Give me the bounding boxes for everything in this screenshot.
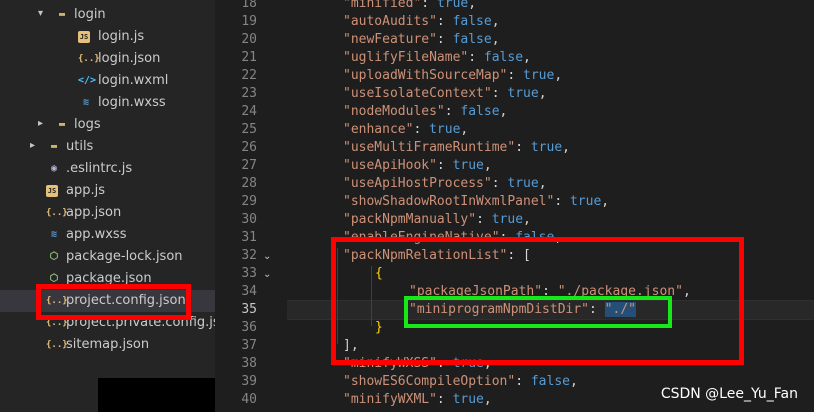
tree-item[interactable]: ⬡ package-lock.json — [0, 246, 215, 268]
tree-item[interactable]: JS login.js — [0, 26, 215, 48]
tree-item[interactable]: ≋ app.wxss — [0, 224, 215, 246]
tree-item[interactable]: {..} app.json — [0, 202, 215, 224]
tree-item[interactable]: </> login.wxml — [0, 70, 215, 92]
code-line: "enhance": true, — [343, 122, 469, 137]
code-line: "useMultiFrameRuntime": true, — [343, 140, 570, 155]
line-number: 34 — [241, 284, 257, 299]
tree-item[interactable]: ▾ ▬ login — [0, 4, 215, 26]
js-icon: JS — [78, 31, 90, 43]
folder-icon: ▬ — [58, 119, 66, 130]
tree-item-label: login.json — [98, 51, 161, 66]
tree-item-label: login.wxss — [98, 95, 166, 110]
wxml-icon: </> — [78, 75, 97, 86]
tree-item-label: login.wxml — [98, 73, 169, 88]
line-number: 24 — [241, 104, 257, 119]
folder-open-icon: ▬ — [58, 9, 66, 20]
line-number: 18 — [241, 0, 257, 11]
code-line: "autoAudits": false, — [343, 14, 500, 29]
json-icon: {..} — [46, 340, 68, 350]
tree-item-label: app.wxss — [66, 227, 127, 242]
line-number: 40 — [241, 392, 257, 407]
wxss-icon: ≋ — [50, 229, 58, 240]
line-number: 19 — [241, 14, 257, 29]
chevron-down-icon[interactable]: ▾ — [38, 8, 48, 22]
line-number: 37 — [241, 338, 257, 353]
tree-item-label: login.js — [98, 29, 145, 44]
code-line: "nodeModules": false, — [343, 104, 508, 119]
fold-chevron-icon[interactable]: ⌄ — [263, 251, 271, 262]
code-line: "useIsolateContext": true, — [343, 86, 547, 101]
code-line: "packNpmManually": true, — [343, 212, 531, 227]
line-number: 30 — [241, 212, 257, 227]
line-number: 31 — [241, 230, 257, 245]
chevron-right-icon[interactable]: ▸ — [30, 140, 40, 154]
json-icon: {..} — [78, 54, 100, 64]
annotation-box-explorer — [36, 284, 191, 320]
line-number: 26 — [241, 140, 257, 155]
line-number: 32 — [241, 248, 257, 263]
line-number: 35 — [241, 302, 257, 317]
tree-item[interactable]: ◉ .eslintrc.js — [0, 158, 215, 180]
line-number: 20 — [241, 32, 257, 47]
line-number: 38 — [241, 356, 257, 371]
code-line: "uploadWithSourceMap": true, — [343, 68, 563, 83]
js-icon: JS — [46, 185, 58, 197]
line-number: 25 — [241, 122, 257, 137]
watermark: CSDN @Lee_Yu_Fan — [660, 386, 798, 402]
line-number: 33 — [241, 266, 257, 281]
tree-item-label: app.json — [66, 205, 122, 220]
code-line: "showES6CompileOption": false, — [343, 374, 578, 389]
line-number: 22 — [241, 68, 257, 83]
redaction-block — [98, 378, 215, 412]
eslint-icon: ◉ — [50, 163, 58, 174]
code-line: "useApiHook": true, — [343, 158, 492, 173]
line-number: 27 — [241, 158, 257, 173]
file-explorer: ▾ ▬ login JS login.js {..} login.json </> login.… — [0, 0, 215, 412]
line-number: 23 — [241, 86, 257, 101]
annotation-box-highlight — [404, 296, 672, 328]
tree-item-label: sitemap.json — [66, 337, 150, 352]
folder-icon: ▬ — [50, 141, 58, 152]
tree-item-label: package-lock.json — [66, 249, 183, 264]
code-line: "newFeature": false, — [343, 32, 500, 47]
tree-item-label: app.js — [66, 183, 105, 198]
code-line: "showShadowRootInWxmlPanel": true, — [343, 194, 610, 209]
line-number: 29 — [241, 194, 257, 209]
tree-item[interactable]: ▸ ▬ utils — [0, 136, 215, 158]
code-line: "useApiHostProcess": true, — [343, 176, 547, 191]
wxss-icon: ≋ — [82, 97, 90, 108]
json-icon: {..} — [46, 208, 68, 218]
chevron-right-icon[interactable]: ▸ — [38, 118, 48, 132]
line-number: 39 — [241, 374, 257, 389]
tree-item[interactable]: JS app.js — [0, 180, 215, 202]
code-line: "minifyWXML": true, — [343, 392, 492, 407]
tree-item[interactable]: ▸ ▬ logs — [0, 114, 215, 136]
tree-item-label: login — [74, 7, 106, 22]
code-line: "uglifyFileName": false, — [343, 50, 531, 65]
tree-item[interactable]: {..} sitemap.json — [0, 334, 215, 356]
tree-item-label: logs — [74, 117, 101, 132]
fold-chevron-icon[interactable]: ⌄ — [263, 269, 271, 280]
npm-icon: ⬡ — [49, 251, 59, 262]
tree-item-label: utils — [66, 139, 94, 154]
line-number: 21 — [241, 50, 257, 65]
line-number: 36 — [241, 320, 257, 335]
tree-item[interactable]: ≋ login.wxss — [0, 92, 215, 114]
line-number: 28 — [241, 176, 257, 191]
tree-item[interactable]: {..} login.json — [0, 48, 215, 70]
tree-item-label: .eslintrc.js — [66, 161, 133, 176]
code-line: "minified": true, — [343, 0, 477, 11]
